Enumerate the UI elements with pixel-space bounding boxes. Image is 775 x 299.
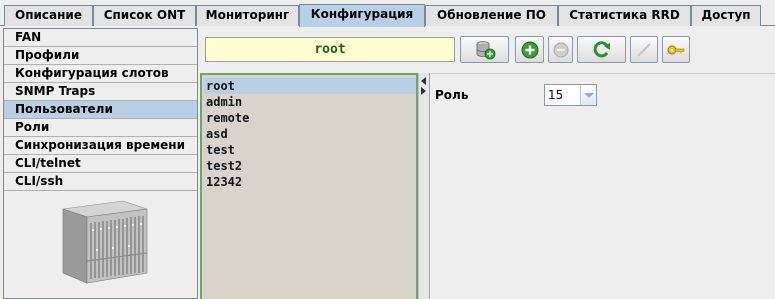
change-password-button[interactable]	[662, 36, 690, 63]
role-label: Роль	[435, 88, 469, 102]
user-list: root admin remote asd test test2 12342	[200, 73, 418, 299]
sidebar-item-users[interactable]: Пользователи	[4, 101, 197, 119]
tab-monitoring[interactable]: Мониторинг	[196, 5, 299, 26]
list-item[interactable]: admin	[204, 94, 416, 110]
sidebar-item-slot-config[interactable]: Конфигурация слотов	[4, 65, 197, 83]
add-icon	[521, 41, 538, 58]
config-sidebar: FAN Профили Конфигурация слотов SNMP Tra…	[3, 28, 198, 299]
role-select[interactable]: 15	[544, 84, 597, 106]
key-icon	[667, 45, 685, 54]
remove-user-button[interactable]	[548, 36, 573, 63]
role-value: 15	[548, 88, 564, 102]
refresh-button[interactable]	[577, 36, 626, 63]
tab-rrd-statistics[interactable]: Статистика RRD	[558, 5, 691, 26]
list-item[interactable]: test	[204, 142, 416, 158]
device-image	[62, 200, 148, 284]
list-item[interactable]: root	[204, 78, 416, 94]
list-item[interactable]: test2	[204, 158, 416, 174]
tab-bar: Описание Список ONT Мониторинг Конфигура…	[0, 0, 775, 27]
add-user-button[interactable]	[515, 36, 544, 63]
edit-icon	[637, 42, 651, 57]
collapse-right-icon[interactable]	[421, 87, 426, 95]
sidebar-item-fan[interactable]: FAN	[4, 29, 197, 47]
split-divider[interactable]	[418, 73, 430, 299]
sidebar-item-profiles[interactable]: Профили	[4, 47, 197, 65]
sidebar-item-roles[interactable]: Роли	[4, 119, 197, 137]
save-to-db-button[interactable]	[460, 36, 509, 63]
database-refresh-icon	[476, 40, 495, 59]
sidebar-item-cli-telnet[interactable]: CLI/telnet	[4, 155, 197, 173]
chevron-down-icon[interactable]	[580, 85, 596, 105]
tab-access[interactable]: Доступ	[691, 5, 761, 26]
remove-icon	[553, 42, 568, 57]
sidebar-item-cli-ssh[interactable]: CLI/ssh	[4, 173, 197, 191]
tab-ont-list[interactable]: Список ONT	[93, 5, 196, 26]
sidebar-item-time-sync[interactable]: Синхронизация времени	[4, 137, 197, 155]
list-item[interactable]: remote	[204, 110, 416, 126]
user-toolbar: root	[201, 30, 775, 72]
list-item[interactable]: 12342	[204, 174, 416, 190]
sidebar-item-snmp-traps[interactable]: SNMP Traps	[4, 83, 197, 101]
edit-button[interactable]	[630, 36, 658, 63]
tab-configuration[interactable]: Конфигурация	[299, 4, 425, 27]
user-name-field[interactable]: root	[205, 37, 455, 62]
list-item[interactable]: asd	[204, 126, 416, 142]
tab-description[interactable]: Описание	[4, 5, 93, 26]
collapse-left-icon[interactable]	[421, 77, 426, 85]
tab-firmware-update[interactable]: Обновление ПО	[425, 5, 558, 26]
user-properties-panel: Роль 15	[431, 73, 775, 299]
refresh-icon	[593, 40, 610, 57]
